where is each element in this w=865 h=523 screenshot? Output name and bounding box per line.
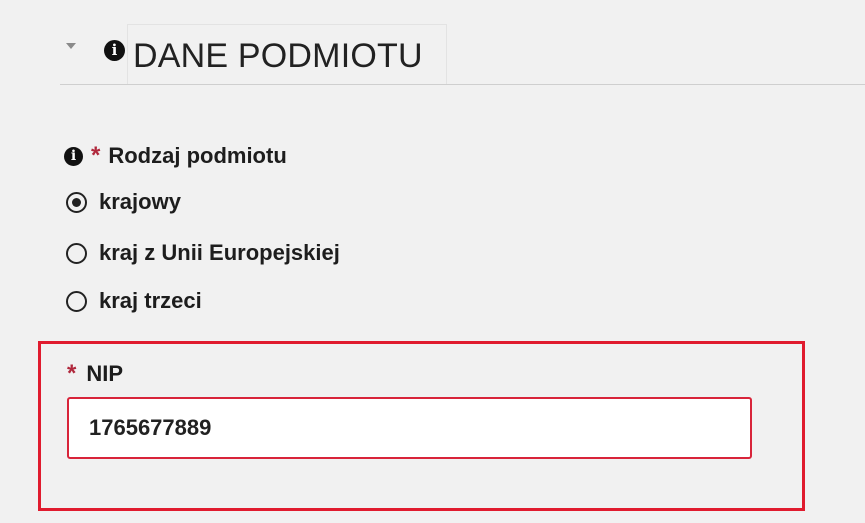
nip-label: NIP xyxy=(86,361,124,386)
radio-label[interactable]: krajowy xyxy=(99,189,181,215)
nip-label-group: * NIP xyxy=(67,360,123,388)
radio-option-third-country[interactable]: kraj trzeci xyxy=(66,288,202,314)
info-icon[interactable]: i xyxy=(64,146,83,166)
collapse-caret-icon[interactable] xyxy=(66,43,76,49)
radio-label[interactable]: kraj z Unii Europejskiej xyxy=(99,240,340,266)
radio-unchecked-icon[interactable] xyxy=(66,242,87,264)
radio-label[interactable]: kraj trzeci xyxy=(99,288,202,314)
required-asterisk: * xyxy=(91,142,101,169)
radio-option-krajowy[interactable]: krajowy xyxy=(66,189,181,215)
section-divider xyxy=(60,84,865,85)
info-icon[interactable]: i xyxy=(104,40,125,61)
entity-type-label-group: i * Rodzaj podmiotu xyxy=(64,142,287,170)
section-header: i xyxy=(104,40,125,61)
entity-type-label: Rodzaj podmiotu xyxy=(108,143,287,168)
nip-input[interactable] xyxy=(67,397,752,459)
radio-option-eu[interactable]: kraj z Unii Europejskiej xyxy=(66,240,340,266)
radio-checked-icon[interactable] xyxy=(66,191,87,213)
required-asterisk: * xyxy=(67,360,77,387)
radio-unchecked-icon[interactable] xyxy=(66,290,87,312)
section-title: DANE PODMIOTU xyxy=(133,37,423,75)
